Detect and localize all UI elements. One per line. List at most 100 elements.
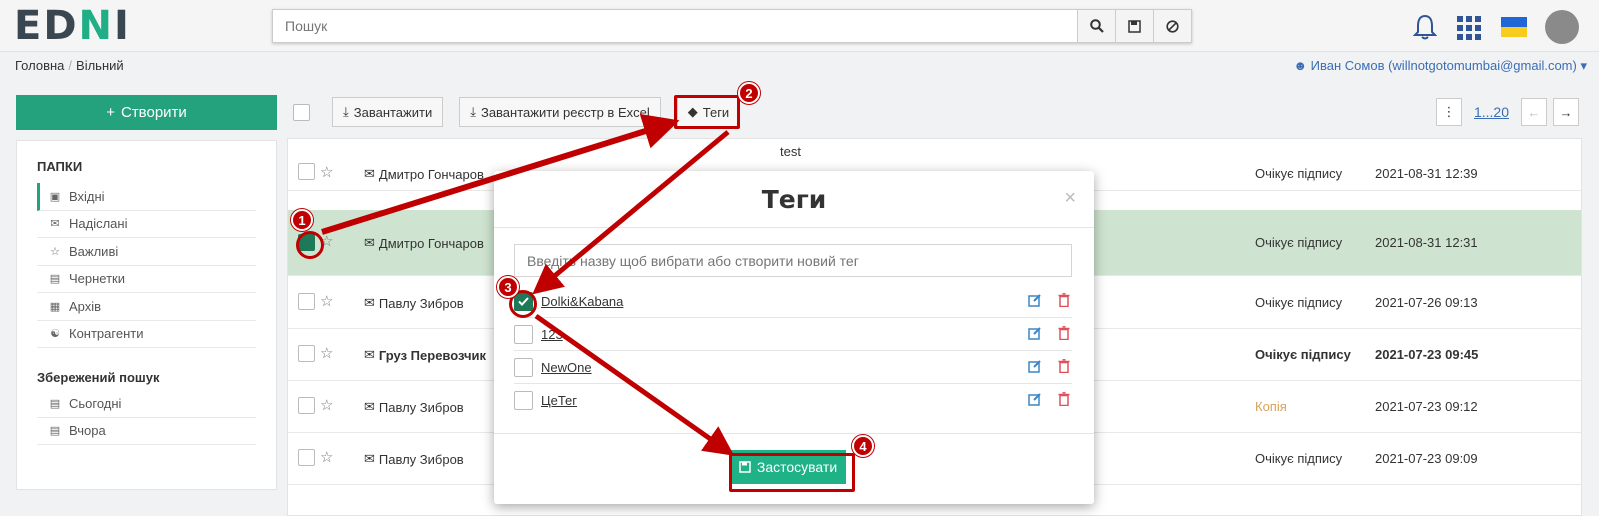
floppy-icon — [1128, 19, 1141, 33]
pager: ⋮ 1...20 ← → — [1435, 98, 1579, 126]
sidebar-item-inbox[interactable]: ▣ Вхідні — [37, 183, 256, 211]
clear-search-button[interactable] — [1153, 10, 1191, 42]
search-icon — [1089, 19, 1104, 33]
create-button[interactable]: + Створити — [16, 95, 277, 130]
avatar[interactable] — [1545, 10, 1579, 44]
edit-icon[interactable] — [1028, 392, 1042, 406]
user-icon: ☻ — [1293, 58, 1308, 73]
search-button[interactable] — [1077, 10, 1115, 42]
row-status: Копія — [1255, 399, 1287, 414]
sidebar-item-important[interactable]: ☆ Важливі — [37, 238, 256, 266]
more-options-button[interactable]: ⋮ — [1435, 98, 1462, 126]
step-marker-1: 1 — [291, 209, 313, 231]
tag-row[interactable]: NewOne — [514, 351, 1072, 384]
tag-checkbox[interactable] — [514, 357, 533, 377]
step-marker-3: 3 — [497, 276, 519, 298]
row-checkbox[interactable] — [298, 163, 315, 180]
row-sender: ✉ Павлу Зибров — [364, 399, 464, 415]
row-status: Очікує підпису — [1255, 451, 1343, 466]
row-checkbox[interactable] — [298, 397, 315, 414]
row-status: Очікує підпису — [1255, 235, 1343, 250]
next-page-button[interactable]: → — [1553, 98, 1579, 126]
highlight-tags-button — [674, 95, 740, 129]
row-sender: ✉ Павлу Зибров — [364, 451, 464, 467]
star-icon[interactable]: ☆ — [320, 448, 333, 466]
sidebar-item-label: Контрагенти — [69, 326, 144, 342]
star-icon[interactable]: ☆ — [320, 163, 333, 181]
folders-title: ПАПКИ — [37, 159, 83, 174]
download-icon: ⤓ — [470, 104, 476, 119]
envelope-open-icon: ✉ — [364, 235, 375, 250]
tag-search-input[interactable] — [514, 244, 1072, 277]
search-input[interactable] — [273, 10, 1077, 42]
ukraine-flag-icon[interactable] — [1501, 17, 1527, 37]
tag-name[interactable]: NewOne — [541, 360, 592, 375]
tag-checkbox[interactable] — [514, 391, 533, 410]
sidebar-item-today[interactable]: ▤ Сьогодні — [37, 390, 256, 418]
highlight-row-checkbox — [296, 231, 324, 259]
sidebar-item-label: Вчора — [69, 423, 106, 439]
logo[interactable]: ED N I — [14, 3, 131, 49]
row-date: 2021-08-31 12:31 — [1375, 235, 1478, 250]
ban-icon — [1166, 19, 1179, 33]
logo-part: ED — [14, 3, 79, 49]
sidebar-item-drafts[interactable]: ▤ Чернетки — [37, 266, 256, 293]
modal-header: Теги × — [494, 171, 1094, 228]
bell-icon[interactable] — [1411, 12, 1439, 42]
edit-icon[interactable] — [1028, 293, 1042, 307]
star-icon[interactable]: ☆ — [320, 292, 333, 310]
star-icon[interactable]: ☆ — [320, 344, 333, 362]
pager-range[interactable]: 1...20 — [1468, 104, 1515, 120]
select-all-checkbox[interactable] — [293, 103, 310, 121]
sidebar-item-label: Важливі — [69, 243, 119, 259]
sidebar-item-contractors[interactable]: ☯ Контрагенти — [37, 321, 256, 348]
tag-name[interactable]: Dolki&Kabana — [541, 294, 623, 309]
modal-title: Теги — [761, 184, 827, 214]
tag-checkbox[interactable] — [514, 324, 533, 344]
edit-icon[interactable] — [1028, 359, 1042, 373]
row-checkbox[interactable] — [298, 293, 315, 310]
user-menu[interactable]: ☻ Иван Сомов (willnotgotomumbai@gmail.co… — [1293, 58, 1587, 74]
row-sender: ✉ Павлу Зибров — [364, 295, 464, 311]
row-checkbox[interactable] — [298, 449, 315, 466]
save-search-button[interactable] — [1115, 10, 1153, 42]
trash-icon[interactable] — [1058, 359, 1070, 373]
edit-icon[interactable] — [1028, 326, 1042, 340]
row-date: 2021-07-23 09:45 — [1375, 347, 1479, 362]
tag-row[interactable]: ЦеТег — [514, 384, 1072, 417]
row-status: Очікує підпису — [1255, 295, 1343, 310]
top-bar: ED N I — [0, 0, 1599, 52]
apps-grid-icon[interactable] — [1457, 16, 1483, 40]
prev-page-button[interactable]: ← — [1521, 98, 1547, 126]
tag-name[interactable]: 123 — [541, 327, 563, 342]
tag-name[interactable]: ЦеТег — [541, 393, 577, 408]
download-icon: ⤓ — [343, 104, 349, 119]
tag-row[interactable]: 123 — [514, 318, 1072, 351]
close-icon[interactable]: × — [1064, 187, 1076, 210]
row-checkbox[interactable] — [298, 345, 315, 362]
row-date: 2021-07-23 09:09 — [1375, 451, 1478, 466]
inbox-icon: ▣ — [49, 190, 61, 203]
row-sender: ✉ Груз Перевозчик — [364, 347, 487, 363]
create-label: Створити — [120, 104, 187, 121]
tag-row[interactable]: Dolki&Kabana — [514, 285, 1072, 318]
download-excel-label: Завантажити реєстр в Excel — [480, 104, 650, 120]
trash-icon[interactable] — [1058, 293, 1070, 307]
plus-icon: + — [106, 104, 115, 121]
breadcrumb-current: Вільний — [76, 58, 124, 73]
row-sender: ✉ Дмитро Гончаров — [364, 166, 484, 182]
breadcrumb-home[interactable]: Головна — [15, 58, 64, 73]
sidebar-item-label: Сьогодні — [69, 395, 122, 411]
download-label: Завантажити — [353, 104, 433, 120]
download-button[interactable]: ⤓ Завантажити — [332, 97, 444, 127]
sidebar-item-label: Чернетки — [69, 271, 126, 287]
sidebar-item-yesterday[interactable]: ▤ Вчора — [37, 418, 256, 445]
sidebar-item-label: Надіслані — [69, 216, 128, 232]
trash-icon[interactable] — [1058, 326, 1070, 340]
star-icon[interactable]: ☆ — [320, 396, 333, 414]
sidebar-item-sent[interactable]: ✉ Надіслані — [37, 211, 256, 238]
download-excel-button[interactable]: ⤓ Завантажити реєстр в Excel — [459, 97, 661, 127]
envelope-open-icon: ✉ — [364, 399, 375, 414]
sidebar-item-archive[interactable]: ▦ Архів — [37, 293, 256, 321]
trash-icon[interactable] — [1058, 392, 1070, 406]
